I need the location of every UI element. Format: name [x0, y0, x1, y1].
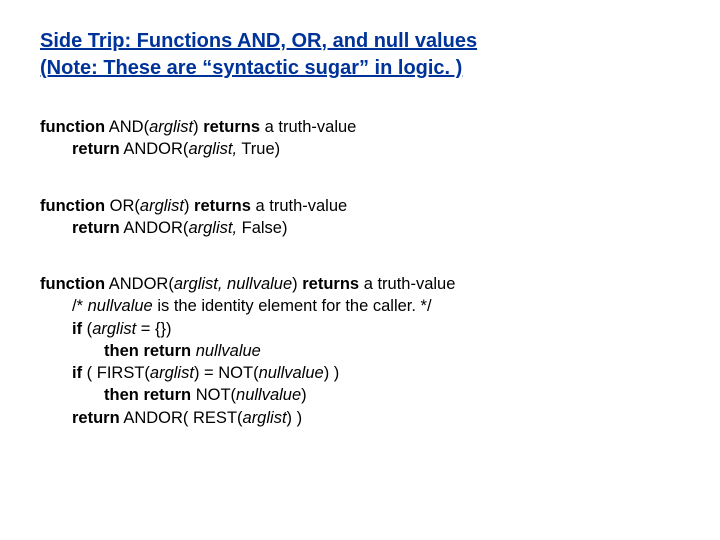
text: NOT( — [191, 386, 236, 404]
text: ) ) — [324, 364, 340, 382]
text: ANDOR( — [120, 219, 189, 237]
text: a truth-value — [359, 275, 455, 293]
keyword-return: return — [143, 386, 191, 404]
text: is the identity element for the caller. … — [153, 297, 432, 315]
text: True) — [237, 140, 280, 158]
arg-arglist: arglist, — [188, 219, 237, 237]
text: ) — [184, 197, 194, 215]
text: ) — [301, 386, 307, 404]
text: a truth-value — [260, 118, 356, 136]
and-signature: function AND(arglist) returns a truth-va… — [40, 116, 680, 138]
arg-nullvalue: nullvalue — [88, 297, 153, 315]
arg-nullvalue: nullvalue — [196, 342, 261, 360]
keyword-returns: returns — [203, 118, 260, 136]
keyword-function: function — [40, 197, 105, 215]
text: a truth-value — [251, 197, 347, 215]
function-andor-block: function ANDOR(arglist, nullvalue) retur… — [40, 273, 680, 429]
keyword-function: function — [40, 275, 105, 293]
keyword-return: return — [72, 409, 120, 427]
text: ANDOR( REST( — [120, 409, 243, 427]
arg-arglist: arglist — [149, 118, 193, 136]
title-line-1: Side Trip: Functions AND, OR, and null v… — [40, 30, 477, 52]
text: = {}) — [136, 320, 171, 338]
and-return-line: return ANDOR(arglist, True) — [72, 138, 680, 160]
text: ) — [193, 118, 203, 136]
andor-then-nullvalue: then return nullvalue — [104, 340, 680, 362]
text: ANDOR( — [105, 275, 174, 293]
text: ) ) — [287, 409, 303, 427]
arg-arglist: arglist — [243, 409, 287, 427]
andor-signature: function ANDOR(arglist, nullvalue) retur… — [40, 273, 680, 295]
text: ( — [82, 320, 92, 338]
function-and-block: function AND(arglist) returns a truth-va… — [40, 116, 680, 161]
text: ) — [292, 275, 302, 293]
text: ANDOR( — [120, 140, 189, 158]
keyword-returns: returns — [302, 275, 359, 293]
andor-comment: /* nullvalue is the identity element for… — [72, 295, 680, 317]
keyword-function: function — [40, 118, 105, 136]
andor-if-first: if ( FIRST(arglist) = NOT(nullvalue) ) — [72, 362, 680, 384]
keyword-then: then — [104, 342, 139, 360]
function-or-block: function OR(arglist) returns a truth-val… — [40, 195, 680, 240]
keyword-if: if — [72, 320, 82, 338]
slide: Side Trip: Functions AND, OR, and null v… — [0, 0, 720, 449]
arg-nullvalue: nullvalue — [236, 386, 301, 404]
text: /* — [72, 297, 88, 315]
text: AND( — [105, 118, 149, 136]
or-return-line: return ANDOR(arglist, False) — [72, 217, 680, 239]
or-signature: function OR(arglist) returns a truth-val… — [40, 195, 680, 217]
arg-arglist: arglist — [92, 320, 136, 338]
arg-nullvalue: nullvalue — [259, 364, 324, 382]
keyword-return: return — [143, 342, 191, 360]
arg-arglist: arglist — [140, 197, 184, 215]
text: ) = NOT( — [194, 364, 259, 382]
keyword-return: return — [72, 219, 120, 237]
keyword-returns: returns — [194, 197, 251, 215]
text: False) — [237, 219, 287, 237]
arg-arglist: arglist — [150, 364, 194, 382]
keyword-then: then — [104, 386, 139, 404]
arg-arglist: arglist, — [188, 140, 237, 158]
title-line-2: (Note: These are “syntactic sugar” in lo… — [40, 57, 462, 79]
keyword-return: return — [72, 140, 120, 158]
andor-then-not: then return NOT(nullvalue) — [104, 384, 680, 406]
slide-title: Side Trip: Functions AND, OR, and null v… — [40, 28, 680, 82]
keyword-if: if — [72, 364, 82, 382]
andor-if-empty: if (arglist = {}) — [72, 318, 680, 340]
arg-list: arglist, nullvalue — [174, 275, 292, 293]
text: ( FIRST( — [82, 364, 150, 382]
text: OR( — [105, 197, 140, 215]
andor-return-rest: return ANDOR( REST(arglist) ) — [72, 407, 680, 429]
